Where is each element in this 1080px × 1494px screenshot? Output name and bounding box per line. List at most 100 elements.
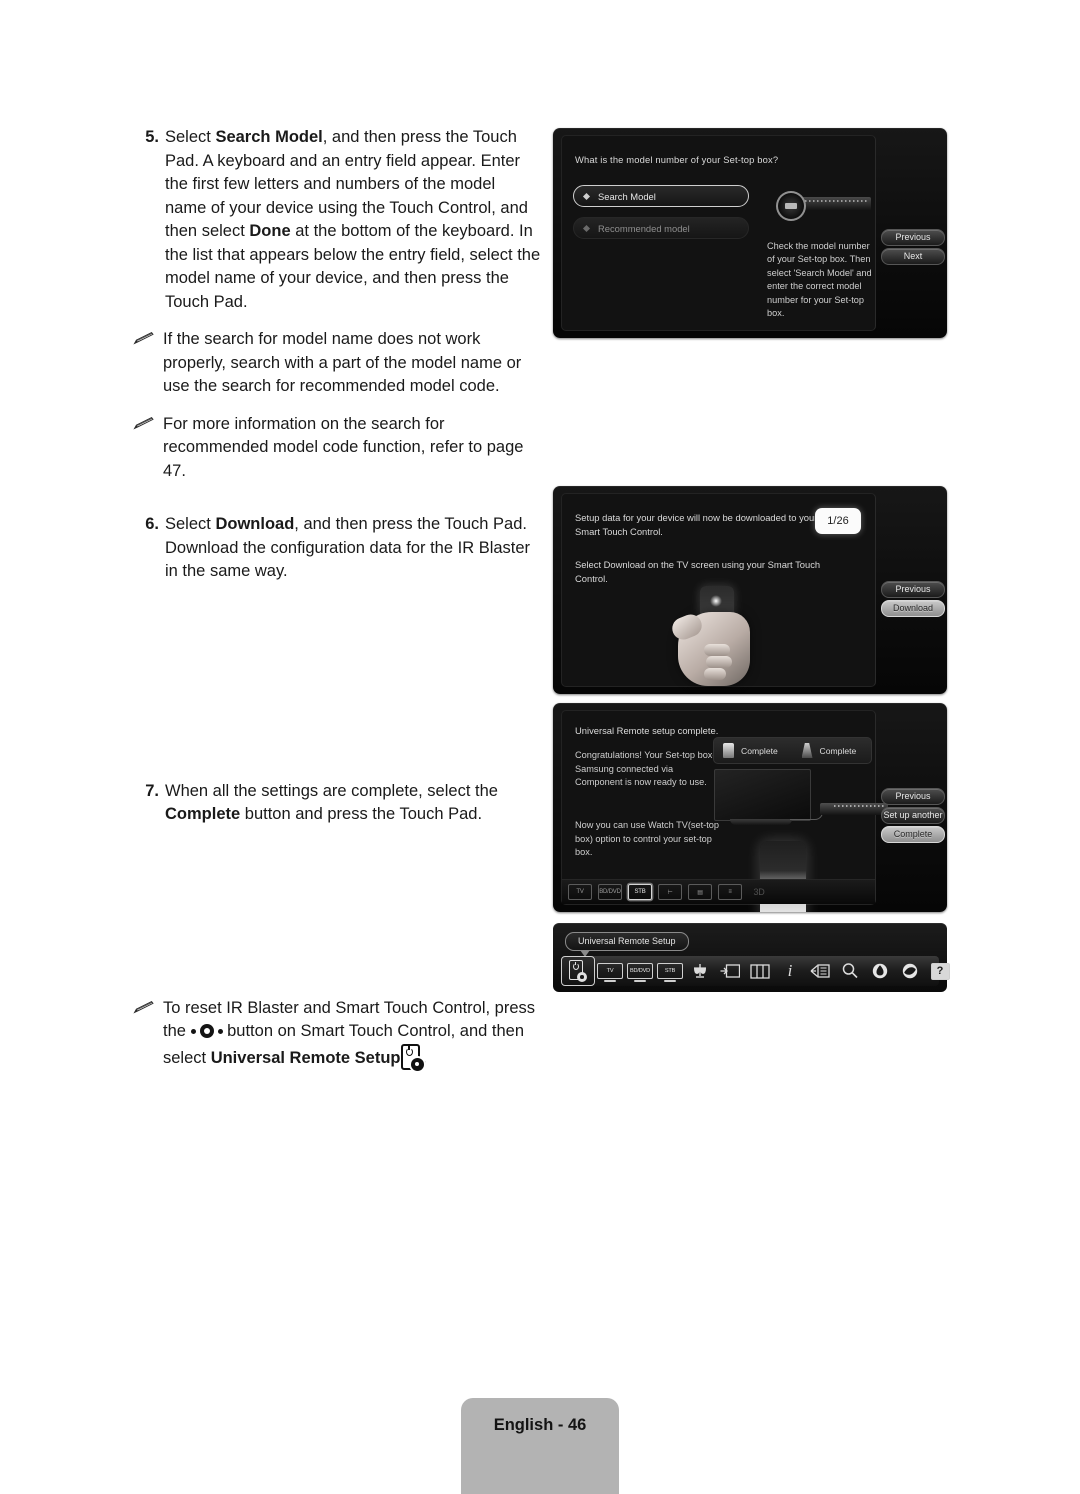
universal-remote-setup-icon[interactable] [561, 956, 595, 986]
smart-hub-icon[interactable] [865, 956, 895, 986]
step-5-text: Select Search Model, and then press the … [165, 126, 541, 314]
source-tv-icon[interactable]: TV [568, 884, 592, 900]
guide-icon[interactable]: ≡ [718, 884, 742, 900]
option-recommended-model[interactable]: Recommended model [573, 217, 749, 239]
toolbar-icon-bar: TV BD/DVD STB i ? [561, 956, 950, 986]
smart-hub-icon-svg [872, 963, 888, 979]
set-top-box-illustration [767, 184, 877, 224]
smart-touch-control-icon [723, 743, 734, 758]
apps-icon-svg [902, 963, 918, 979]
footer-page-tab: English - 46 [461, 1398, 619, 1494]
tv-icon[interactable]: TV [595, 956, 625, 986]
step-6-number: 6. [145, 515, 159, 533]
tv-stand-illustration [730, 819, 792, 825]
step-6-pre: Select [165, 515, 216, 533]
tv-screen-buttons: Previous Set up another Complete [876, 703, 947, 912]
pencil-icon-svg [133, 416, 154, 430]
step-7-number: 7. [145, 781, 159, 800]
tv-screen-search-model: What is the model number of your Set-top… [553, 128, 947, 338]
tv-screen-complete: Universal Remote setup complete. Congrat… [553, 703, 947, 912]
tv-screen-content: Universal Remote setup complete. Congrat… [561, 710, 888, 912]
option-recommended-model-label: Recommended model [598, 222, 690, 234]
complete-button[interactable]: Complete [881, 826, 945, 843]
apps-icon[interactable] [895, 956, 925, 986]
next-button[interactable]: Next [881, 248, 945, 265]
tv-screen-content: What is the model number of your Set-top… [561, 135, 876, 331]
option-search-model-label: Search Model [598, 190, 656, 202]
footer-page-label: English - 46 [493, 1416, 587, 1434]
universal-remote-toolbar-panel: Universal Remote Setup TV BD/DVD STB i ? [553, 923, 950, 992]
complete-status-chips: Complete Complete [713, 737, 872, 764]
complete-title: Universal Remote setup complete. [575, 725, 719, 736]
universal-remote-setup-glyph [569, 960, 587, 982]
magnifier-icon [776, 191, 806, 221]
source-3d-icon[interactable]: 3D [748, 885, 770, 899]
source-bd-dvd-icon[interactable]: BD/DVD [598, 884, 622, 900]
note-2-text: For more information on the search for r… [163, 414, 524, 480]
chip-remote-label: Complete [741, 745, 778, 756]
tv-screen-buttons: Previous Next [876, 128, 947, 338]
channel-list-icon[interactable] [745, 956, 775, 986]
stb-icon[interactable]: STB [655, 956, 685, 986]
tv-screen-download: Setup data for your device will now be d… [553, 486, 947, 694]
source-input-icon[interactable]: ⊢ [658, 884, 682, 900]
chip-ir-blaster-complete: Complete [793, 743, 872, 758]
bullet-icon [582, 224, 591, 232]
tv-screen-buttons: Previous Download [876, 486, 947, 694]
step-7-tail: button and press the Touch Pad. [240, 805, 483, 823]
tv-screen-content: Setup data for your device will now be d… [561, 493, 876, 687]
ir-blaster-icon [801, 743, 813, 758]
finger-icon [704, 668, 726, 680]
hand-holding-remote-illustration [668, 586, 790, 694]
tv-icon-label: TV [597, 963, 623, 982]
universal-remote-setup-icon [400, 1043, 424, 1071]
info-icon[interactable]: i [775, 956, 805, 986]
step-5: 5. Select Search Model, and then press t… [133, 126, 541, 314]
toolbar-tooltip: Universal Remote Setup [565, 932, 689, 957]
search-icon[interactable] [835, 956, 865, 986]
help-icon-label: ? [930, 962, 950, 980]
download-button[interactable]: Download [881, 600, 945, 617]
download-text-primary: Setup data for your device will now be d… [575, 512, 818, 537]
stb-icon-label: STB [657, 963, 683, 982]
step-5-pre: Select [165, 128, 216, 146]
bd-dvd-icon[interactable]: BD/DVD [625, 956, 655, 986]
search-model-question: What is the model number of your Set-top… [575, 154, 779, 165]
note-1-text: If the search for model name does not wo… [163, 330, 522, 395]
step-6: 6. Select Download, and then press the T… [133, 513, 541, 584]
source-icon-svg [720, 964, 740, 978]
finger-icon [706, 656, 732, 668]
source-stb-icon[interactable]: STB [628, 884, 652, 900]
note-3-text: To reset IR Blaster and Smart Touch Cont… [163, 997, 541, 1071]
guide-icon[interactable] [805, 956, 835, 986]
note-3: To reset IR Blaster and Smart Touch Cont… [133, 997, 541, 1071]
info-icon-label: i [787, 961, 793, 980]
smart-touch-control-return-button-icon [190, 1024, 223, 1038]
set-up-another-button[interactable]: Set up another [881, 807, 945, 824]
search-model-help-text: Check the model number of your Set-top b… [767, 241, 872, 319]
previous-button[interactable]: Previous [881, 581, 945, 598]
speaker-icon[interactable] [685, 956, 715, 986]
source-icon-bar: TV BD/DVD STB ⊢ ▤ ≡ 3D [562, 879, 875, 904]
previous-button[interactable]: Previous [881, 229, 945, 246]
help-icon[interactable]: ? [925, 956, 955, 986]
speaker-icon-svg [694, 964, 706, 978]
guide-icon-svg [810, 964, 830, 978]
previous-button[interactable]: Previous [881, 788, 945, 805]
channel-list-icon[interactable]: ▤ [688, 884, 712, 900]
complete-paragraph-2: Now you can use Watch TV(set-top box) op… [575, 820, 719, 858]
option-search-model[interactable]: Search Model [573, 185, 749, 207]
step-6-text: Select Download, and then press the Touc… [165, 513, 541, 584]
chip-ir-blaster-label: Complete [819, 745, 857, 756]
instruction-column: 5. Select Search Model, and then press t… [133, 126, 541, 1071]
step-7: 7. When all the settings are complete, s… [133, 780, 541, 827]
source-icon[interactable] [715, 956, 745, 986]
step-7-text: When all the settings are complete, sele… [165, 780, 541, 827]
chip-remote-complete: Complete [714, 743, 793, 758]
pencil-icon [133, 413, 163, 484]
step-6-bold-download: Download [215, 515, 295, 533]
search-icon-svg [842, 963, 858, 979]
complete-paragraph-1: Congratulations! Your Set-top box-Samsun… [575, 750, 716, 788]
